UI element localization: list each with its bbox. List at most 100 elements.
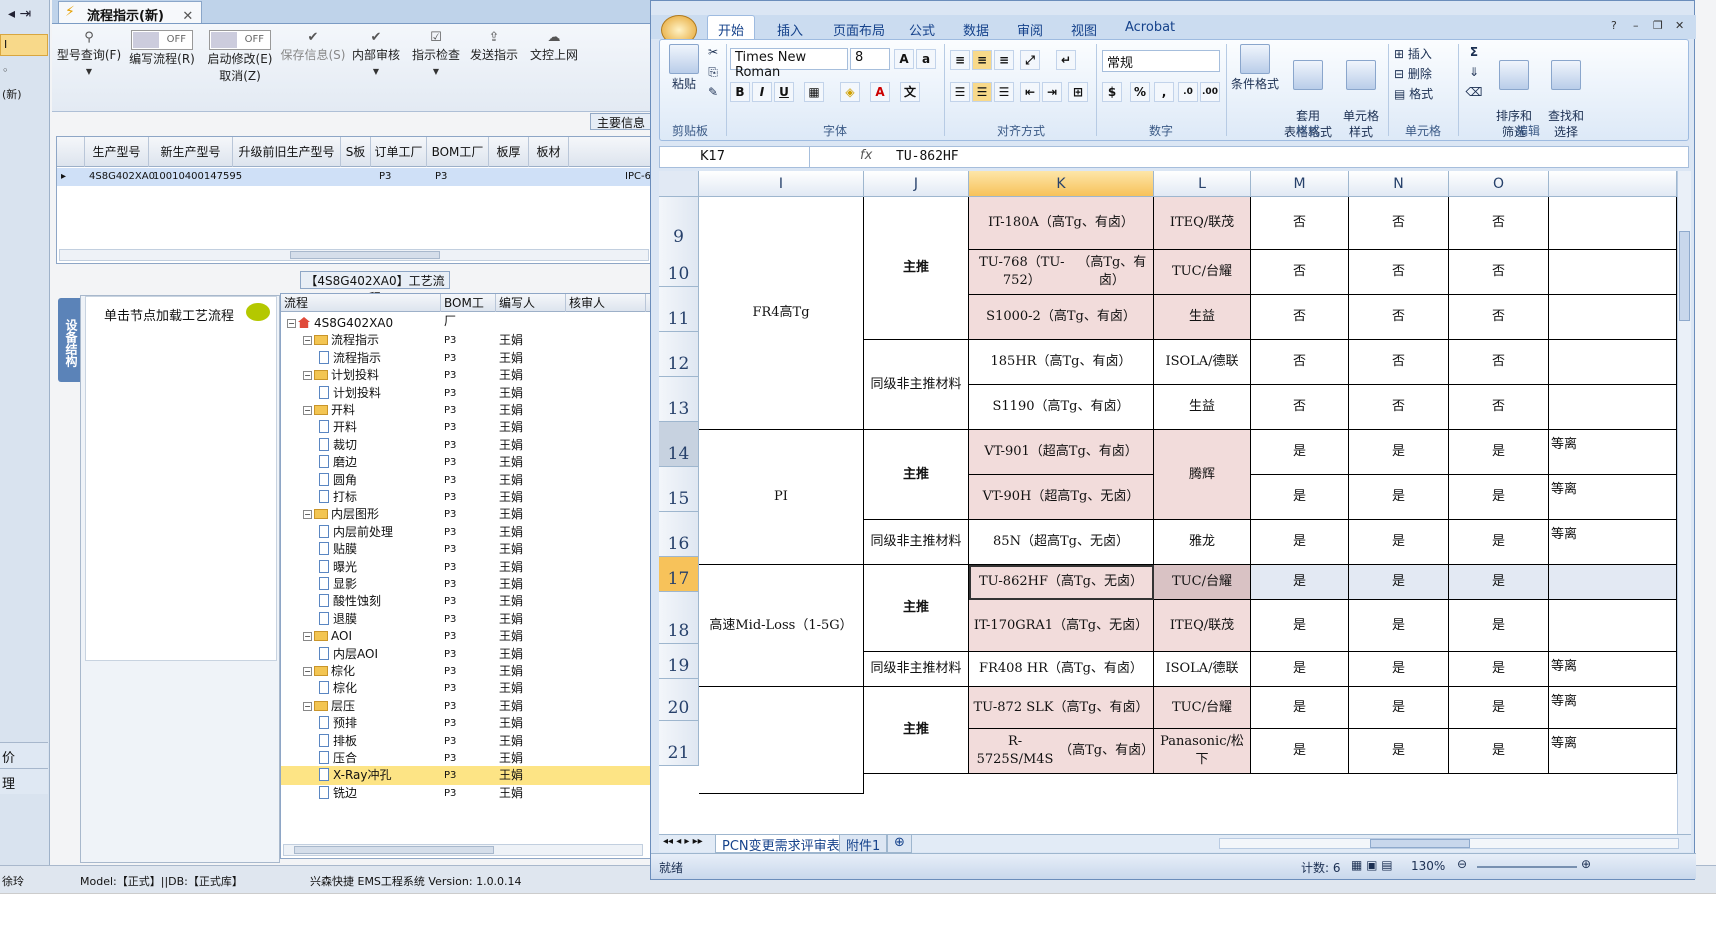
- yes-no-cell[interactable]: 是: [1349, 687, 1449, 729]
- grid-header-cell[interactable]: 升级前旧生产型号: [233, 137, 341, 167]
- yes-no-cell[interactable]: 是: [1349, 565, 1449, 600]
- merged-cell-recommendation[interactable]: 主推: [864, 197, 969, 340]
- material-cell[interactable]: VT-901 （超高Tg、有卤）: [969, 430, 1154, 475]
- yes-no-cell[interactable]: 是: [1449, 475, 1549, 520]
- clear-icon[interactable]: ⌫: [1464, 84, 1484, 100]
- merged-cell-recommendation[interactable]: 同级非主推材料: [864, 520, 969, 565]
- collapse-icon[interactable]: −: [303, 667, 312, 676]
- yes-no-cell[interactable]: 是: [1349, 520, 1449, 565]
- yes-no-cell[interactable]: 是: [1251, 729, 1349, 774]
- row-header[interactable]: 15: [659, 467, 699, 512]
- format-cells-button[interactable]: ▤ 格式: [1394, 86, 1454, 102]
- close-icon[interactable]: ✕: [1675, 19, 1684, 32]
- align-top-icon[interactable]: ≡: [950, 50, 970, 70]
- material-cell[interactable]: TU-872 SLK （高Tg、有卤）: [969, 687, 1154, 729]
- start-modify-toggle[interactable]: OFF 启动修改(E) 取消(Z): [202, 30, 278, 84]
- tree-header-cell[interactable]: 编写人: [496, 294, 566, 312]
- tab-formulas[interactable]: 公式: [899, 18, 945, 41]
- yes-no-cell[interactable]: 是: [1251, 565, 1349, 600]
- autosum-icon[interactable]: Σ: [1464, 44, 1484, 60]
- material-cell[interactable]: VT-90H （超高Tg、无卤）: [969, 475, 1154, 520]
- tree-row[interactable]: 预排 P3 王娟: [281, 714, 651, 733]
- cancel-modify-button[interactable]: 取消(Z): [219, 69, 261, 83]
- material-cell[interactable]: IT-180A （高Tg、有卤）: [969, 197, 1154, 250]
- supplier-cell[interactable]: 腾辉: [1154, 430, 1251, 520]
- wrap-text-icon[interactable]: ↵: [1056, 50, 1076, 70]
- horizontal-scrollbar[interactable]: [59, 249, 649, 261]
- tree-row[interactable]: 贴膜 P3 王娟: [281, 540, 651, 559]
- align-middle-icon[interactable]: ≡: [972, 50, 992, 70]
- tree-row[interactable]: 排板 P3 王娟: [281, 732, 651, 751]
- column-header[interactable]: J: [864, 171, 969, 197]
- percent-icon[interactable]: %: [1130, 82, 1150, 102]
- yes-no-cell[interactable]: 是: [1349, 652, 1449, 687]
- back-arrow-icon[interactable]: ◂ ⇥: [8, 6, 31, 22]
- tab-insert[interactable]: 插入: [767, 18, 813, 41]
- row-header[interactable]: 17: [659, 557, 699, 592]
- left-strip-item-manage[interactable]: 理: [0, 768, 48, 794]
- material-cell[interactable]: S1000-2 （高Tg、有卤）: [969, 295, 1154, 340]
- zoom-in-icon[interactable]: ⊕: [1581, 857, 1591, 871]
- partial-cell[interactable]: 等离: [1549, 687, 1677, 729]
- tab-page-layout[interactable]: 页面布局: [823, 18, 895, 41]
- tree-row[interactable]: 磨边 P3 王娟: [281, 453, 651, 472]
- supplier-cell[interactable]: TUC/台耀: [1154, 687, 1251, 729]
- yes-no-cell[interactable]: 是: [1449, 565, 1549, 600]
- restore-icon[interactable]: ❐: [1653, 19, 1663, 32]
- column-header[interactable]: O: [1449, 171, 1549, 197]
- material-cell[interactable]: 85N （超高Tg、无卤）: [969, 520, 1154, 565]
- tree-row[interactable]: 圆角 P3 王娟: [281, 471, 651, 490]
- toggle-switch[interactable]: OFF: [209, 30, 271, 50]
- help-icon[interactable]: ?: [1611, 19, 1617, 32]
- left-strip-item-price[interactable]: 价: [0, 742, 48, 768]
- partial-cell[interactable]: 等离: [1549, 475, 1677, 520]
- align-left-icon[interactable]: ☰: [950, 82, 970, 102]
- tree-row[interactable]: 酸性蚀刻 P3 王娟: [281, 592, 651, 611]
- material-cell[interactable]: FR408 HR （高Tg、有卤）: [969, 652, 1154, 687]
- close-icon[interactable]: ✕: [182, 9, 193, 24]
- merged-cell-recommendation[interactable]: 同级非主推材料: [864, 652, 969, 687]
- tree-row[interactable]: − 层压 P3 王娟: [281, 697, 651, 716]
- tree-row[interactable]: 流程指示 P3 王娟: [281, 349, 651, 368]
- tree-row[interactable]: − 4S8G402XA0: [281, 314, 651, 333]
- tree-row[interactable]: 显影 P3 王娟: [281, 575, 651, 594]
- decrease-decimal-icon[interactable]: .00: [1200, 82, 1220, 102]
- row-header[interactable]: 13: [659, 377, 699, 422]
- tab-review[interactable]: 审阅: [1007, 18, 1053, 41]
- yes-no-cell[interactable]: 否: [1349, 340, 1449, 385]
- yes-no-cell[interactable]: 是: [1349, 475, 1449, 520]
- supplier-cell[interactable]: 雅龙: [1154, 520, 1251, 565]
- tab-home[interactable]: 开始: [707, 15, 756, 39]
- merged-cell-recommendation[interactable]: 同级非主推材料: [864, 340, 969, 430]
- row-header[interactable]: 18: [659, 592, 699, 644]
- column-header[interactable]: K: [969, 171, 1154, 197]
- yes-no-cell[interactable]: 是: [1349, 430, 1449, 475]
- scroll-thumb[interactable]: [294, 846, 494, 854]
- supplier-cell[interactable]: ITEQ/联茂: [1154, 600, 1251, 652]
- collapse-icon[interactable]: −: [303, 406, 312, 415]
- grid-header-cell[interactable]: 生产型号: [85, 137, 149, 167]
- grid-header-cell[interactable]: 板厚: [489, 137, 529, 167]
- delete-cells-button[interactable]: ⊟ 删除: [1394, 66, 1454, 82]
- name-box[interactable]: K17: [660, 147, 810, 167]
- zoom-level[interactable]: 130%: [1411, 859, 1445, 873]
- yes-no-cell[interactable]: 否: [1449, 340, 1549, 385]
- partial-cell[interactable]: [1549, 295, 1677, 340]
- sheet-tab-attachment-1[interactable]: 附件1: [839, 835, 888, 854]
- align-bottom-icon[interactable]: ≡: [994, 50, 1014, 70]
- tree-row[interactable]: 开料 P3 王娟: [281, 418, 651, 437]
- merged-cell-category[interactable]: FR4高Tg: [699, 197, 864, 430]
- yes-no-cell[interactable]: 是: [1349, 600, 1449, 652]
- yes-no-cell[interactable]: 是: [1251, 475, 1349, 520]
- row-header[interactable]: 12: [659, 332, 699, 377]
- sheet-tab-pcn-review[interactable]: PCN变更需求评审表: [715, 835, 847, 854]
- partial-cell[interactable]: [1549, 197, 1677, 250]
- grid-header-cell[interactable]: 新生产型号: [149, 137, 233, 167]
- yes-no-cell[interactable]: 否: [1251, 385, 1349, 430]
- select-all-corner[interactable]: [659, 171, 699, 197]
- tree-row[interactable]: − 内层图形 P3 王娟: [281, 505, 651, 524]
- tree-row[interactable]: − 棕化 P3 王娟: [281, 662, 651, 681]
- scroll-thumb[interactable]: [1679, 231, 1690, 321]
- align-right-icon[interactable]: ☰: [994, 82, 1014, 102]
- yes-no-cell[interactable]: 否: [1251, 295, 1349, 340]
